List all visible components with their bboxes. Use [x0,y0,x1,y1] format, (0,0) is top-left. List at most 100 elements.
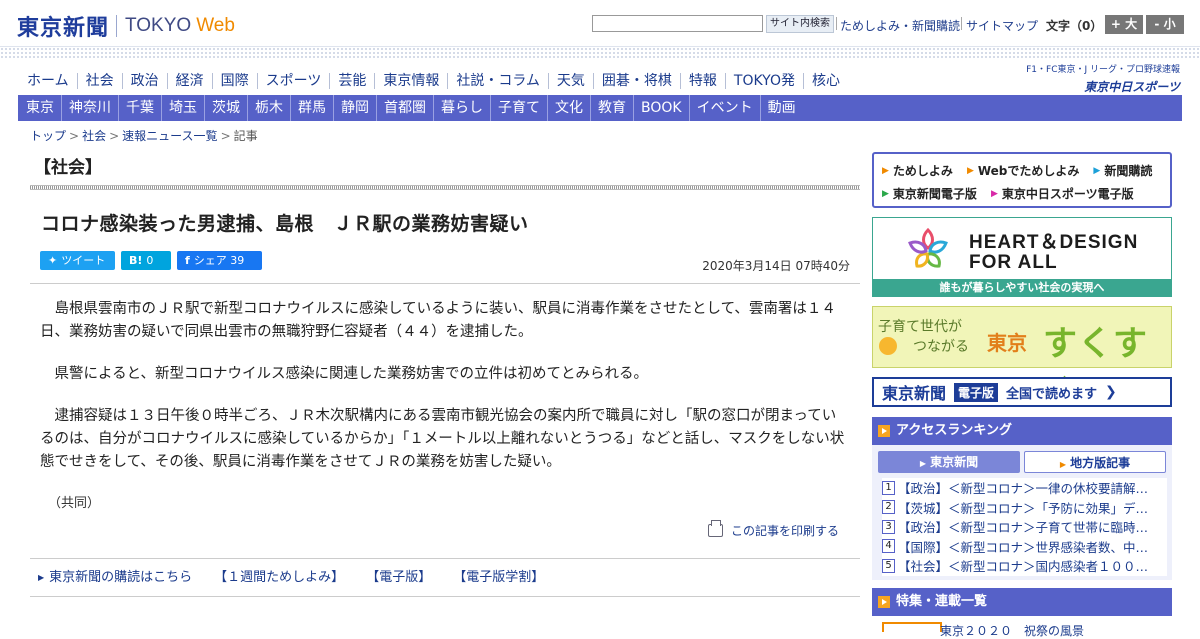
subscription-links: ▶ 東京新聞の購読はこちら 【１週間ためしよみ】 【電子版】 【電子版学割】 [38,570,566,586]
nav-video[interactable]: 動画 [759,95,803,121]
nav-region-kanagawa[interactable]: 神奈川 [61,95,118,121]
nav-culture[interactable]: 文化 [547,95,590,121]
promo-digital-link[interactable]: ▶ 東京新聞電子版 [882,185,977,202]
nav-item-kakushin[interactable]: 核心 [802,73,848,89]
breadcrumb-top[interactable]: トップ [30,129,66,143]
article-credit: （共同） [48,496,101,511]
heart-title-line1: HEART＆DESIGN [969,232,1139,253]
nav-item-go-shogi[interactable]: 囲碁・将棋 [592,73,680,89]
rank-title: 【国際】＜新型コロナ＞世界感染者数、中… [898,539,1149,555]
nav-item-world[interactable]: 国際 [211,73,257,89]
nav-region-gunma[interactable]: 群馬 [290,95,333,121]
nav-region-shutoken[interactable]: 首都圏 [376,95,433,121]
promo-chunichi-digital-link[interactable]: ▶ 東京中日スポーツ電子版 [991,185,1134,202]
nav-item-society[interactable]: 社会 [76,73,122,89]
search-input[interactable] [592,15,763,32]
subscribe-link[interactable]: 東京新聞の購読はこちら [49,570,192,586]
ranking-item[interactable]: 2 【茨城】＜新型コロナ＞「予防に効果」デ… [882,498,1167,518]
subscribe-trial-link[interactable]: ためしよみ・新聞購読 [840,17,960,34]
facebook-share-button[interactable]: f シェア 39 [177,251,262,270]
hatena-bookmark-button[interactable]: B! 0 [121,251,171,270]
promo-web-trial-link[interactable]: ▶ Webでためしよみ [967,162,1079,179]
article-divider [30,283,860,284]
print-article-link[interactable]: この記事を印刷する [708,520,839,539]
chunichi-sports-link[interactable]: F1・FC東京・J リーグ・プロ野球速報 東京中日スポーツ [1020,64,1180,98]
ranking-header: アクセスランキング [872,417,1172,445]
nav-item-editorial[interactable]: 社説・コラム [447,73,548,89]
triangle-icon: ▶ [882,188,889,199]
nav-region-chiba[interactable]: 千葉 [118,95,161,121]
nav-item-sports[interactable]: スポーツ [256,73,330,89]
tokyo-sukusuku-banner[interactable]: 子育て世代が つながる 東京 すくすく [872,306,1172,413]
nav-item-politics[interactable]: 政治 [121,73,167,89]
logo-tokyo: TOKYO [125,15,192,36]
denshi-tag: 電子版 [954,382,999,402]
nav-region-tochigi[interactable]: 栃木 [247,95,290,121]
digital-edition-banner[interactable]: 東京新聞 電子版 全国で読めます ❯ [872,377,1172,407]
feature-title: 特集・連載一覧 [896,594,988,609]
ranking-list: 1 【政治】＜新型コロナ＞一律の休校要請解… 2 【茨城】＜新型コロナ＞「予防に効果… [882,478,1167,576]
nav-event[interactable]: イベント [688,95,760,121]
sukusuku-tagline-2: つながる [913,339,969,355]
nav-parenting[interactable]: 子育て [490,95,547,121]
nav-item-entertainment[interactable]: 芸能 [329,73,374,89]
promo-subscribe-link[interactable]: ▶ 新聞購読 [1093,162,1152,179]
fb-share-count: 39 [230,254,245,267]
nav-region-shizuoka[interactable]: 静岡 [333,95,376,121]
nav-item-tokuho[interactable]: 特報 [679,73,725,89]
triangle-icon: ▶ [1093,165,1101,176]
font-smaller-button[interactable]: - 小 [1146,15,1184,34]
digital-edition-link[interactable]: 【電子版】 [366,570,431,586]
divider [836,17,837,30]
sitemap-link[interactable]: サイトマップ [966,17,1038,34]
breadcrumb-separator: > [69,129,80,143]
feature-item-link[interactable]: 東京２０２０ 祝祭の風景 [940,622,1084,639]
fb-share-label: シェア [193,254,227,267]
trial-week-link[interactable]: 【１週間ためしよみ】 [214,570,344,586]
nav-region-tokyo[interactable]: 東京 [18,95,61,121]
nav-book[interactable]: BOOK [633,95,689,121]
ranking-item[interactable]: 3 【政治】＜新型コロナ＞子育て世帯に臨時… [882,517,1167,537]
nav-item-home[interactable]: ホーム [18,73,77,89]
nav-item-tokyo-hatsu[interactable]: TOKYO発 [724,73,803,89]
promo-row: ▶ 東京新聞電子版 ▶ 東京中日スポーツ電子版 [882,185,1148,202]
ranking-item[interactable]: 4 【国際】＜新型コロナ＞世界感染者数、中… [882,537,1167,557]
ranking-item[interactable]: 5 【社会】＜新型コロナ＞国内感染者１００… [882,556,1167,576]
tab-regional[interactable]: ▶ 地方版記事 [1024,451,1166,473]
breadcrumb-society[interactable]: 社会 [82,129,106,143]
triangle-icon: ▶ [882,165,889,176]
feature-thumbnail[interactable] [882,622,942,632]
nav-lifestyle[interactable]: 暮らし [433,95,490,121]
denshi-newspaper-name: 東京新聞 [882,384,947,403]
site-logo[interactable]: 東京新聞 TOKYO Web [17,10,235,42]
digital-student-link[interactable]: 【電子版学割】 [453,570,544,586]
rank-number: 5 [882,558,895,573]
nav-item-tokyo-info[interactable]: 東京情報 [374,73,447,89]
nav-education[interactable]: 教育 [590,95,633,121]
rank-number: 3 [882,519,895,534]
promo-trial-link[interactable]: ▶ ためしよみ [882,162,953,179]
site-header: 東京新聞 TOKYO Web サイト内検索 ためしよみ・新聞購読 サイトマップ … [0,0,1200,46]
breadcrumb-news-list[interactable]: 速報ニュース一覧 [122,129,217,143]
tweet-button[interactable]: ✦ ツイート [40,251,115,270]
rank-title: 【茨城】＜新型コロナ＞「予防に効果」デ… [898,500,1149,516]
triangle-icon: ▶ [966,165,974,176]
search-button[interactable]: サイト内検索 [766,15,834,33]
nav-item-economy[interactable]: 経済 [166,73,212,89]
font-bigger-button[interactable]: + 大 [1105,15,1143,34]
heart-design-banner[interactable]: HEART＆DESIGN FOR ALL 誰もが暮らしやすい社会の実現へ [872,217,1172,297]
triangle-icon: ▶ [1059,460,1067,469]
ranking-item[interactable]: 1 【政治】＜新型コロナ＞一律の休校要請解… [882,478,1167,498]
tab-tokyo-shimbun[interactable]: ▶ 東京新聞 [878,451,1020,473]
logo-web: Web [196,15,235,36]
breadcrumb-current: 記事 [233,129,258,143]
nav-region-ibaraki[interactable]: 茨城 [204,95,247,121]
denshi-cta: 全国で読めます [1006,386,1098,402]
nav-item-weather[interactable]: 天気 [547,73,593,89]
nav-region-saitama[interactable]: 埼玉 [161,95,204,121]
section-title: 【社会】 [34,158,102,178]
logo-divider [116,15,118,37]
header-pattern-band [0,46,1200,60]
flower-icon [879,337,897,355]
divider [961,17,962,30]
